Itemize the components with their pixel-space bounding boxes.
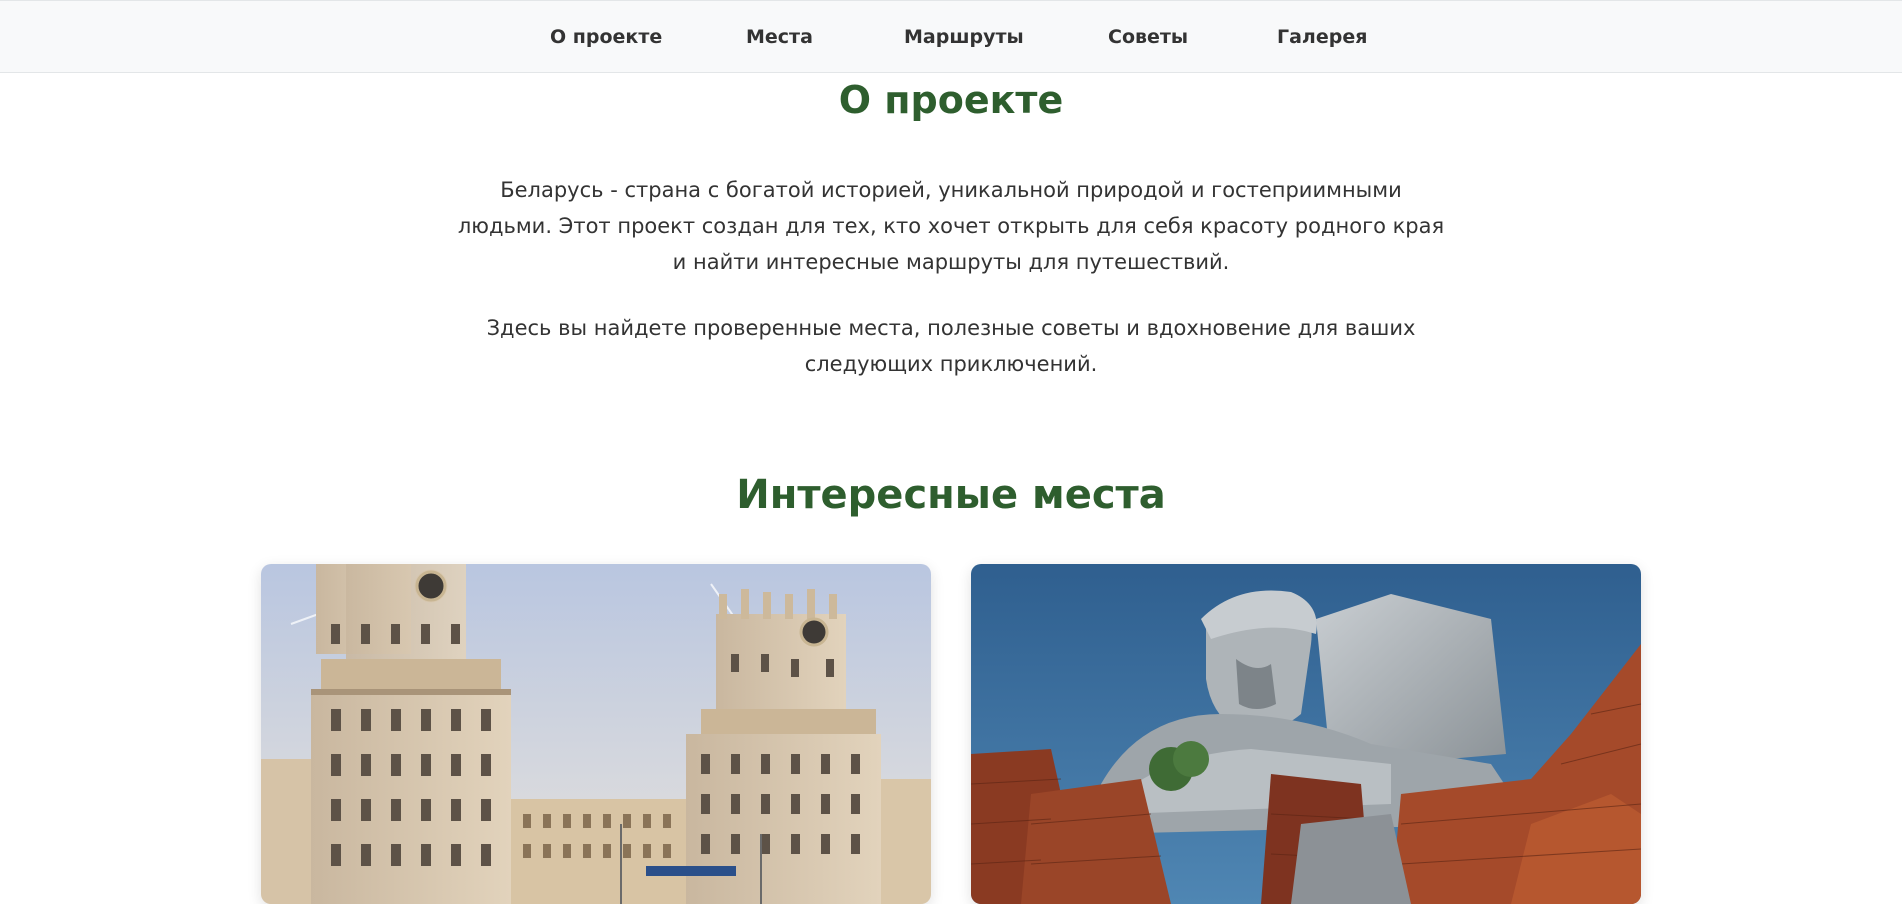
top-navbar: О проекте Места Маршруты Советы Галерея — [0, 0, 1902, 73]
brest-fortress-memorial-image — [971, 564, 1641, 904]
nav-item-routes[interactable]: Маршруты — [904, 26, 1024, 48]
nav-item-gallery[interactable]: Галерея — [1277, 26, 1367, 48]
about-paragraph-1: Беларусь - страна с богатой историей, ун… — [457, 178, 1445, 274]
place-card-minsk-gates[interactable] — [261, 564, 931, 904]
nav-item-about[interactable]: О проекте — [550, 26, 662, 48]
minsk-gate-towers-image — [261, 564, 931, 904]
place-card-brest-fortress[interactable] — [971, 564, 1641, 904]
nav-item-tips[interactable]: Советы — [1108, 26, 1188, 48]
nav-item-places[interactable]: Места — [746, 26, 813, 48]
about-section-title: О проекте — [838, 78, 1064, 122]
about-paragraph-2: Здесь вы найдете проверенные места, поле… — [486, 316, 1416, 376]
places-section-title: Интересные места — [736, 472, 1166, 518]
